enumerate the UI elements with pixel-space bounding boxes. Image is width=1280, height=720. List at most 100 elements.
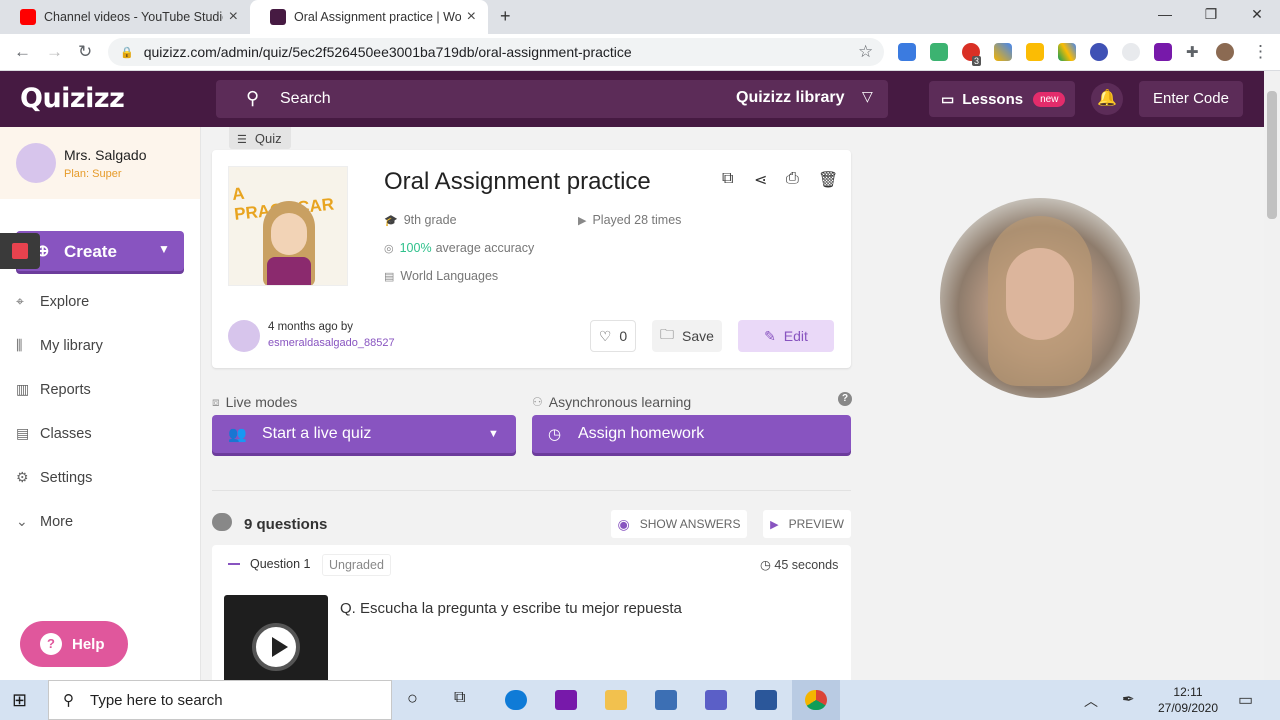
author-name-link[interactable]: esmeraldasalgado_88527 bbox=[268, 337, 395, 349]
bell-icon[interactable]: 🔔 bbox=[1091, 83, 1123, 115]
user-profile[interactable]: Mrs. Salgado Plan: Super bbox=[0, 127, 200, 199]
scrollbar-thumb[interactable] bbox=[1267, 91, 1277, 219]
save-button[interactable]: 🗀 Save bbox=[652, 320, 722, 352]
question-card[interactable]: Question 1 Ungraded ◷ 45 seconds Q. Escu… bbox=[212, 545, 851, 680]
users-icon: 👥 bbox=[228, 426, 247, 443]
tray-chevron-icon[interactable]: ︿ bbox=[1084, 691, 1098, 711]
word-icon[interactable] bbox=[755, 690, 777, 710]
question-video-thumbnail[interactable] bbox=[224, 595, 328, 680]
sidebar-item-settings[interactable]: ⚙ Settings bbox=[16, 469, 92, 486]
search-input[interactable]: Search bbox=[280, 90, 331, 108]
extension-icon[interactable] bbox=[930, 43, 948, 61]
close-window-icon[interactable]: ✕ bbox=[1234, 6, 1280, 23]
share-icon[interactable]: ⋖ bbox=[754, 170, 767, 190]
print-icon[interactable]: ⎙ bbox=[786, 170, 799, 188]
extension-badge: 3 bbox=[972, 56, 982, 66]
search-icon: ⚲ bbox=[246, 88, 260, 108]
help-button[interactable]: ? Help bbox=[20, 621, 128, 667]
async-learning-heading: ⚇ Asynchronous learning bbox=[532, 394, 691, 410]
url-text: quizizz.com/admin/quiz/5ec2f526450ee3001… bbox=[143, 44, 632, 60]
tab-quizizz[interactable]: Oral Assignment practice | World × bbox=[250, 0, 488, 34]
task-view-icon[interactable]: ⧉ bbox=[454, 689, 465, 707]
sidebar-item-explore[interactable]: ⌖ Explore bbox=[16, 293, 89, 310]
url-field[interactable]: 🔒 quizizz.com/admin/quiz/5ec2f526450ee30… bbox=[108, 38, 884, 66]
sidebar: Mrs. Salgado Plan: Super ⊕ Create ▼ ⌖ Ex… bbox=[0, 127, 201, 680]
sidebar-item-my-library[interactable]: ⫼ My library bbox=[16, 337, 103, 354]
bookmark-star-icon[interactable]: ☆ bbox=[858, 42, 873, 62]
windows-start-icon[interactable]: ⊞ bbox=[12, 690, 27, 711]
minimize-icon[interactable]: — bbox=[1142, 6, 1188, 22]
extension-icon[interactable] bbox=[1122, 43, 1140, 61]
quiz-title: Oral Assignment practice bbox=[384, 168, 651, 195]
teams-icon[interactable] bbox=[705, 690, 727, 710]
sidebar-item-label: Classes bbox=[40, 425, 92, 442]
back-icon[interactable]: ← bbox=[14, 42, 31, 62]
extension-icon[interactable] bbox=[1026, 43, 1044, 61]
create-button[interactable]: ⊕ Create ▼ bbox=[16, 231, 184, 271]
chrome-icon[interactable] bbox=[805, 690, 827, 710]
close-tab-icon[interactable]: × bbox=[229, 8, 238, 26]
start-live-quiz-button[interactable]: 👥 Start a live quiz ▼ bbox=[212, 415, 516, 453]
lessons-label: Lessons bbox=[962, 90, 1024, 108]
people-icon: ⚇ bbox=[532, 395, 543, 409]
quiz-type-label: Quiz bbox=[254, 131, 282, 146]
compass-icon: ⌖ bbox=[16, 293, 24, 309]
question-type-icon bbox=[228, 563, 240, 565]
new-tab-icon[interactable]: + bbox=[500, 6, 511, 27]
divider bbox=[212, 490, 851, 491]
extension-icon[interactable] bbox=[898, 43, 916, 61]
pen-icon[interactable]: ✒ bbox=[1122, 690, 1135, 708]
file-explorer-icon[interactable] bbox=[605, 690, 627, 710]
store-icon[interactable] bbox=[655, 690, 677, 710]
extension-icon[interactable] bbox=[1090, 43, 1108, 61]
system-clock[interactable]: 12:11 27/09/2020 bbox=[1150, 684, 1226, 716]
chevron-down-icon[interactable]: ▽ bbox=[862, 88, 873, 105]
help-question-icon[interactable]: ? bbox=[838, 392, 852, 406]
google-drive-icon[interactable] bbox=[1058, 43, 1076, 61]
profile-avatar-icon[interactable] bbox=[1216, 43, 1234, 61]
sidebar-item-classes[interactable]: ▤ Classes bbox=[16, 425, 92, 442]
forward-icon[interactable]: → bbox=[46, 42, 63, 62]
sidebar-item-reports[interactable]: ▥ Reports bbox=[16, 381, 91, 398]
onenote-icon[interactable] bbox=[555, 690, 577, 710]
clock-date: 27/09/2020 bbox=[1157, 701, 1219, 715]
quizizz-logo[interactable]: Quizizz bbox=[20, 83, 125, 114]
sidebar-item-more[interactable]: ⌄ More bbox=[16, 513, 73, 530]
notification-icon[interactable]: ▭ bbox=[1238, 690, 1253, 710]
onenote-extension-icon[interactable] bbox=[1154, 43, 1172, 61]
lock-icon: 🔒 bbox=[120, 46, 134, 59]
close-tab-icon[interactable]: × bbox=[467, 8, 476, 26]
extensions-puzzle-icon[interactable]: ✚ bbox=[1186, 43, 1199, 61]
trash-icon[interactable]: 🗑 bbox=[818, 170, 838, 190]
duplicate-icon[interactable]: ⧉ bbox=[722, 170, 733, 188]
search-bar[interactable]: ⚲ Search Quizizz library ▽ bbox=[216, 80, 888, 118]
lessons-button[interactable]: ▭ Lessons new bbox=[929, 81, 1075, 117]
browser-menu-icon[interactable]: ⋮ bbox=[1252, 42, 1269, 62]
tab-youtube-studio[interactable]: Channel videos - YouTube Studio × bbox=[0, 0, 250, 34]
play-button-icon[interactable] bbox=[252, 623, 300, 671]
edit-button[interactable]: ✎ Edit bbox=[738, 320, 834, 352]
taskbar-search[interactable]: ⚲ Type here to search bbox=[48, 680, 392, 720]
gear-icon: ⚙ bbox=[16, 469, 29, 485]
assign-homework-label: Assign homework bbox=[578, 425, 705, 442]
library-dropdown[interactable]: Quizizz library bbox=[736, 89, 844, 107]
quiz-type-tag: ☰ Quiz bbox=[229, 127, 291, 149]
edge-icon[interactable] bbox=[505, 690, 527, 710]
address-bar-row: ← → ↻ 🔒 quizizz.com/admin/quiz/5ec2f5264… bbox=[0, 34, 1280, 71]
like-count: 0 bbox=[619, 328, 628, 344]
reload-icon[interactable]: ↻ bbox=[78, 42, 92, 62]
show-answers-button[interactable]: ◉ SHOW ANSWERS bbox=[611, 510, 747, 538]
record-stop-icon[interactable] bbox=[0, 233, 40, 269]
enter-code-button[interactable]: Enter Code bbox=[1139, 81, 1243, 117]
quiz-info-card: A PRACTICAR Oral Assignment practice ⧉ ⋖… bbox=[212, 150, 851, 368]
extension-icon[interactable] bbox=[994, 43, 1012, 61]
live-icon: ⧈ bbox=[212, 394, 220, 409]
page-scrollbar[interactable] bbox=[1264, 71, 1280, 680]
preview-button[interactable]: ▶ PREVIEW bbox=[763, 510, 851, 538]
browser-tab-bar: Channel videos - YouTube Studio × Oral A… bbox=[0, 0, 1280, 34]
cover-face bbox=[271, 213, 307, 255]
restore-icon[interactable]: ❐ bbox=[1188, 6, 1234, 23]
like-button[interactable]: ♡ 0 bbox=[590, 320, 636, 352]
cortana-icon[interactable]: ○ bbox=[407, 688, 418, 709]
assign-homework-button[interactable]: ◷ Assign homework bbox=[532, 415, 851, 453]
